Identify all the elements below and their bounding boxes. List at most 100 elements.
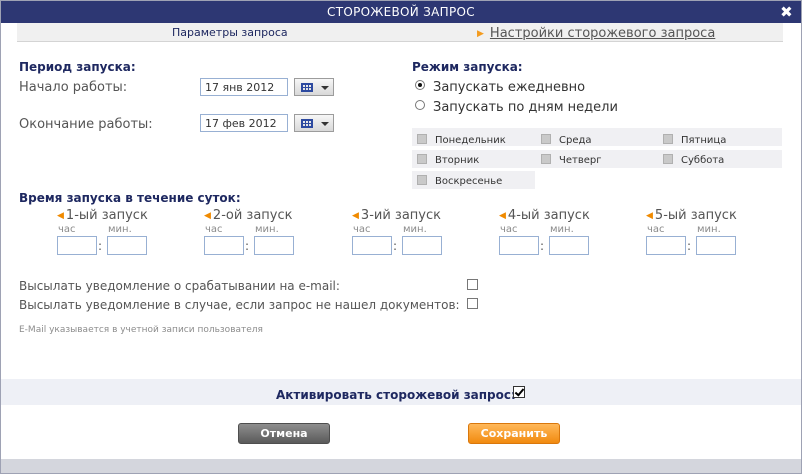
triangle-left-icon: ◀ [57,211,64,221]
day-checkbox [417,175,427,185]
period-heading: Период запуска: [19,60,136,74]
calendar-icon [301,83,313,92]
end-date-label: Окончание работы: [19,117,153,132]
hour-label: час [647,224,665,235]
time-colon: : [540,239,545,253]
day-friday[interactable]: Пятница [663,134,726,146]
minute-label: мин. [550,224,574,235]
time-colon: : [393,239,398,253]
day-wednesday[interactable]: Среда [541,134,592,146]
run-label: 2-ой запуск [212,208,293,223]
run-1-minute-input[interactable] [107,236,147,255]
day-checkbox [417,154,427,164]
hour-label: час [58,224,76,235]
run-1-hour-input[interactable] [57,236,97,255]
radio-daily[interactable]: Запускать ежедневно [415,80,585,95]
triangle-left-icon: ◀ [352,211,359,221]
day-label: Среда [559,135,592,146]
radio-selected-icon [415,80,425,90]
run-1-header: ◀ 1-ый запуск [57,208,148,223]
activate-bar: Активировать сторожевой запрос: [1,379,801,405]
tab-watch-settings[interactable]: ▶ Настройки сторожевого запроса [477,26,715,41]
active-tab-arrow-icon: ▶ [477,29,484,39]
run-3-header: ◀ 3-ий запуск [352,208,441,223]
radio-daily-label: Запускать ежедневно [433,80,586,95]
run-5-header: ◀ 5-ый запуск [646,208,737,223]
chevron-down-icon [321,86,329,90]
watch-query-dialog: СТОРОЖЕВОЙ ЗАПРОС ✖ Параметры запроса ▶ Н… [0,0,802,474]
day-label: Четверг [559,155,602,166]
day-thursday[interactable]: Четверг [541,154,601,166]
email-notify-checkbox[interactable] [467,279,478,290]
hour-label: час [500,224,518,235]
hour-label: час [205,224,223,235]
day-checkbox [663,134,673,144]
day-saturday[interactable]: Суббота [663,154,724,166]
activate-checkbox[interactable] [513,386,525,398]
radio-weekdays[interactable]: Запускать по дням недели [415,100,618,115]
minute-label: мин. [108,224,132,235]
run-4-hour-input[interactable] [499,236,539,255]
save-button[interactable]: Сохранить [468,423,560,444]
email-notify-label: Высылать уведомление о срабатывании на e… [19,279,340,293]
times-heading: Время запуска в течение суток: [19,191,241,205]
tab-query-params[interactable]: Параметры запроса [172,26,288,39]
run-label: 4-ый запуск [507,208,590,223]
radio-unselected-icon [415,100,425,110]
run-4-minute-input[interactable] [549,236,589,255]
hour-label: час [353,224,371,235]
run-label: 3-ий запуск [360,208,441,223]
day-sunday[interactable]: Воскресенье [417,175,502,187]
day-monday[interactable]: Понедельник [417,134,506,146]
triangle-left-icon: ◀ [646,211,653,221]
day-checkbox [541,134,551,144]
start-calendar-button[interactable] [294,78,334,96]
activate-label: Активировать сторожевой запрос: [276,388,516,402]
run-label: 5-ый запуск [654,208,737,223]
day-label: Воскресенье [435,176,503,187]
triangle-left-icon: ◀ [204,211,211,221]
start-date-field[interactable]: 17 янв 2012 [200,78,288,96]
day-label: Понедельник [435,135,506,146]
run-3-minute-input[interactable] [402,236,442,255]
day-label: Пятница [681,135,727,146]
end-calendar-button[interactable] [294,114,334,132]
bottom-strip [1,459,801,473]
mode-heading: Режим запуска: [412,60,523,74]
close-icon[interactable]: ✖ [780,1,793,23]
day-label: Суббота [681,155,725,166]
start-date-label: Начало работы: [19,80,128,95]
dialog-title: СТОРОЖЕВОЙ ЗАПРОС [327,5,475,19]
run-5-minute-input[interactable] [696,236,736,255]
empty-notify-checkbox[interactable] [467,298,478,309]
calendar-icon [301,119,313,128]
time-colon: : [245,239,250,253]
empty-notify-label: Высылать уведомление в случае, если запр… [19,298,460,312]
run-3-hour-input[interactable] [352,236,392,255]
triangle-left-icon: ◀ [499,211,506,221]
end-date-field[interactable]: 17 фев 2012 [200,114,288,132]
chevron-down-icon [321,122,329,126]
minute-label: мин. [403,224,427,235]
day-checkbox [417,134,427,144]
tab-bar: Параметры запроса ▶ Настройки сторожевого… [17,23,783,42]
day-label: Вторник [435,155,480,166]
run-5-hour-input[interactable] [646,236,686,255]
minute-label: мин. [255,224,279,235]
run-2-minute-input[interactable] [254,236,294,255]
day-checkbox [541,154,551,164]
time-colon: : [687,239,692,253]
dialog-titlebar: СТОРОЖЕВОЙ ЗАПРОС ✖ [1,1,801,23]
run-2-hour-input[interactable] [204,236,244,255]
cancel-button[interactable]: Отмена [238,423,330,444]
tab-watch-settings-label: Настройки сторожевого запроса [489,26,716,41]
run-2-header: ◀ 2-ой запуск [204,208,293,223]
run-label: 1-ый запуск [65,208,148,223]
radio-weekdays-label: Запускать по дням недели [433,100,618,115]
email-hint: E-Mail указывается в учетной записи поль… [19,325,263,335]
run-4-header: ◀ 4-ый запуск [499,208,590,223]
minute-label: мин. [697,224,721,235]
time-colon: : [98,239,103,253]
day-checkbox [663,154,673,164]
day-tuesday[interactable]: Вторник [417,154,479,166]
